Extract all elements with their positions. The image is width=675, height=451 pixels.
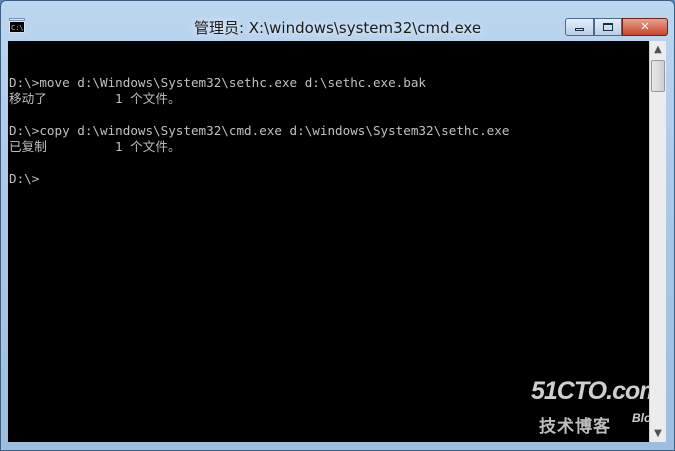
console-line: D:\>copy d:\windows\System32\cmd.exe d:\… [9,123,510,138]
scroll-down-icon[interactable]: ▼ [650,425,666,442]
vertical-scrollbar[interactable]: ▲ ▼ [649,41,666,442]
maximize-icon [603,23,613,31]
console-lines: D:\>move d:\Windows\System32\sethc.exe d… [9,59,509,187]
maximize-button[interactable] [594,18,622,36]
watermark-domain: 51CTO.com [531,377,649,405]
minimize-icon [575,28,584,31]
console-line: D:\> [9,171,40,186]
console-line: 已复制 1 个文件。 [9,139,181,154]
console-line: D:\>move d:\Windows\System32\sethc.exe d… [9,75,427,90]
console-line: 移动了 1 个文件。 [9,91,181,106]
title-bar[interactable]: C:\ 管理员: X:\windows\system32\cmd.exe ✕ [1,1,674,41]
watermark-blog-cn: 技术博客 [539,417,611,437]
minimize-button[interactable] [565,18,594,36]
console-output[interactable]: D:\>move d:\Windows\System32\sethc.exe d… [8,41,649,442]
scroll-thumb[interactable] [651,60,665,92]
watermark-blog-en: Blog [632,411,649,425]
scroll-up-icon[interactable]: ▲ [650,41,666,58]
close-icon: ✕ [640,20,650,33]
cmd-window: C:\ 管理员: X:\windows\system32\cmd.exe ✕ D… [0,0,675,451]
watermark: 51CTO.com 技术博客 Blog [531,377,649,437]
close-button[interactable]: ✕ [622,18,668,36]
